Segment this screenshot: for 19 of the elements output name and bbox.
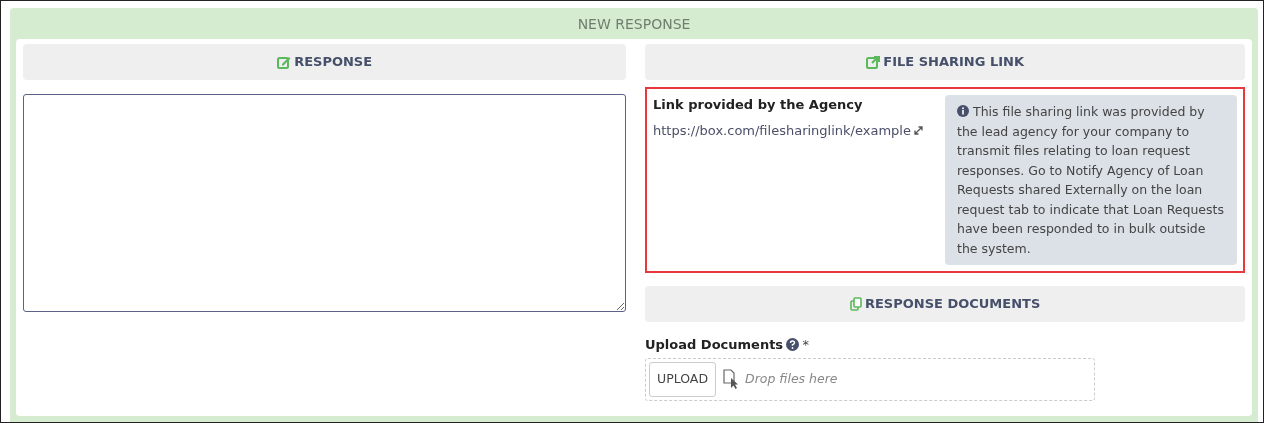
expand-icon xyxy=(914,126,924,136)
file-cursor-icon xyxy=(722,369,739,390)
info-icon xyxy=(957,105,969,117)
edit-icon xyxy=(276,55,291,69)
info-note: This file sharing link was provided by the lead agency for your company to transmit files relating to loan request responses. Go to Notify Agency of Loan Requests shared Externally on the loan request tab to indicate that Loan Requests have been responded to in bulk outside the system. xyxy=(945,95,1237,265)
file-sharing-heading: FILE SHARING LINK xyxy=(883,53,1024,71)
external-link-icon xyxy=(866,55,880,69)
copy-icon xyxy=(849,297,862,311)
link-label: Link provided by the Agency xyxy=(653,96,864,114)
required-mark: * xyxy=(802,336,810,354)
drop-placeholder: Drop files here xyxy=(745,369,838,388)
file-sharing-link[interactable]: https://box.com/filesharinglink/example xyxy=(653,121,911,141)
panel-title: NEW RESPONSE xyxy=(576,15,692,34)
upload-button[interactable]: UPLOAD xyxy=(649,361,716,397)
documents-heading: RESPONSE DOCUMENTS xyxy=(864,295,1041,313)
response-heading: RESPONSE xyxy=(294,53,373,71)
help-icon[interactable] xyxy=(786,338,800,352)
upload-label: Upload Documents xyxy=(645,336,784,354)
drop-zone[interactable]: UPLOAD Drop files here xyxy=(645,357,1095,401)
